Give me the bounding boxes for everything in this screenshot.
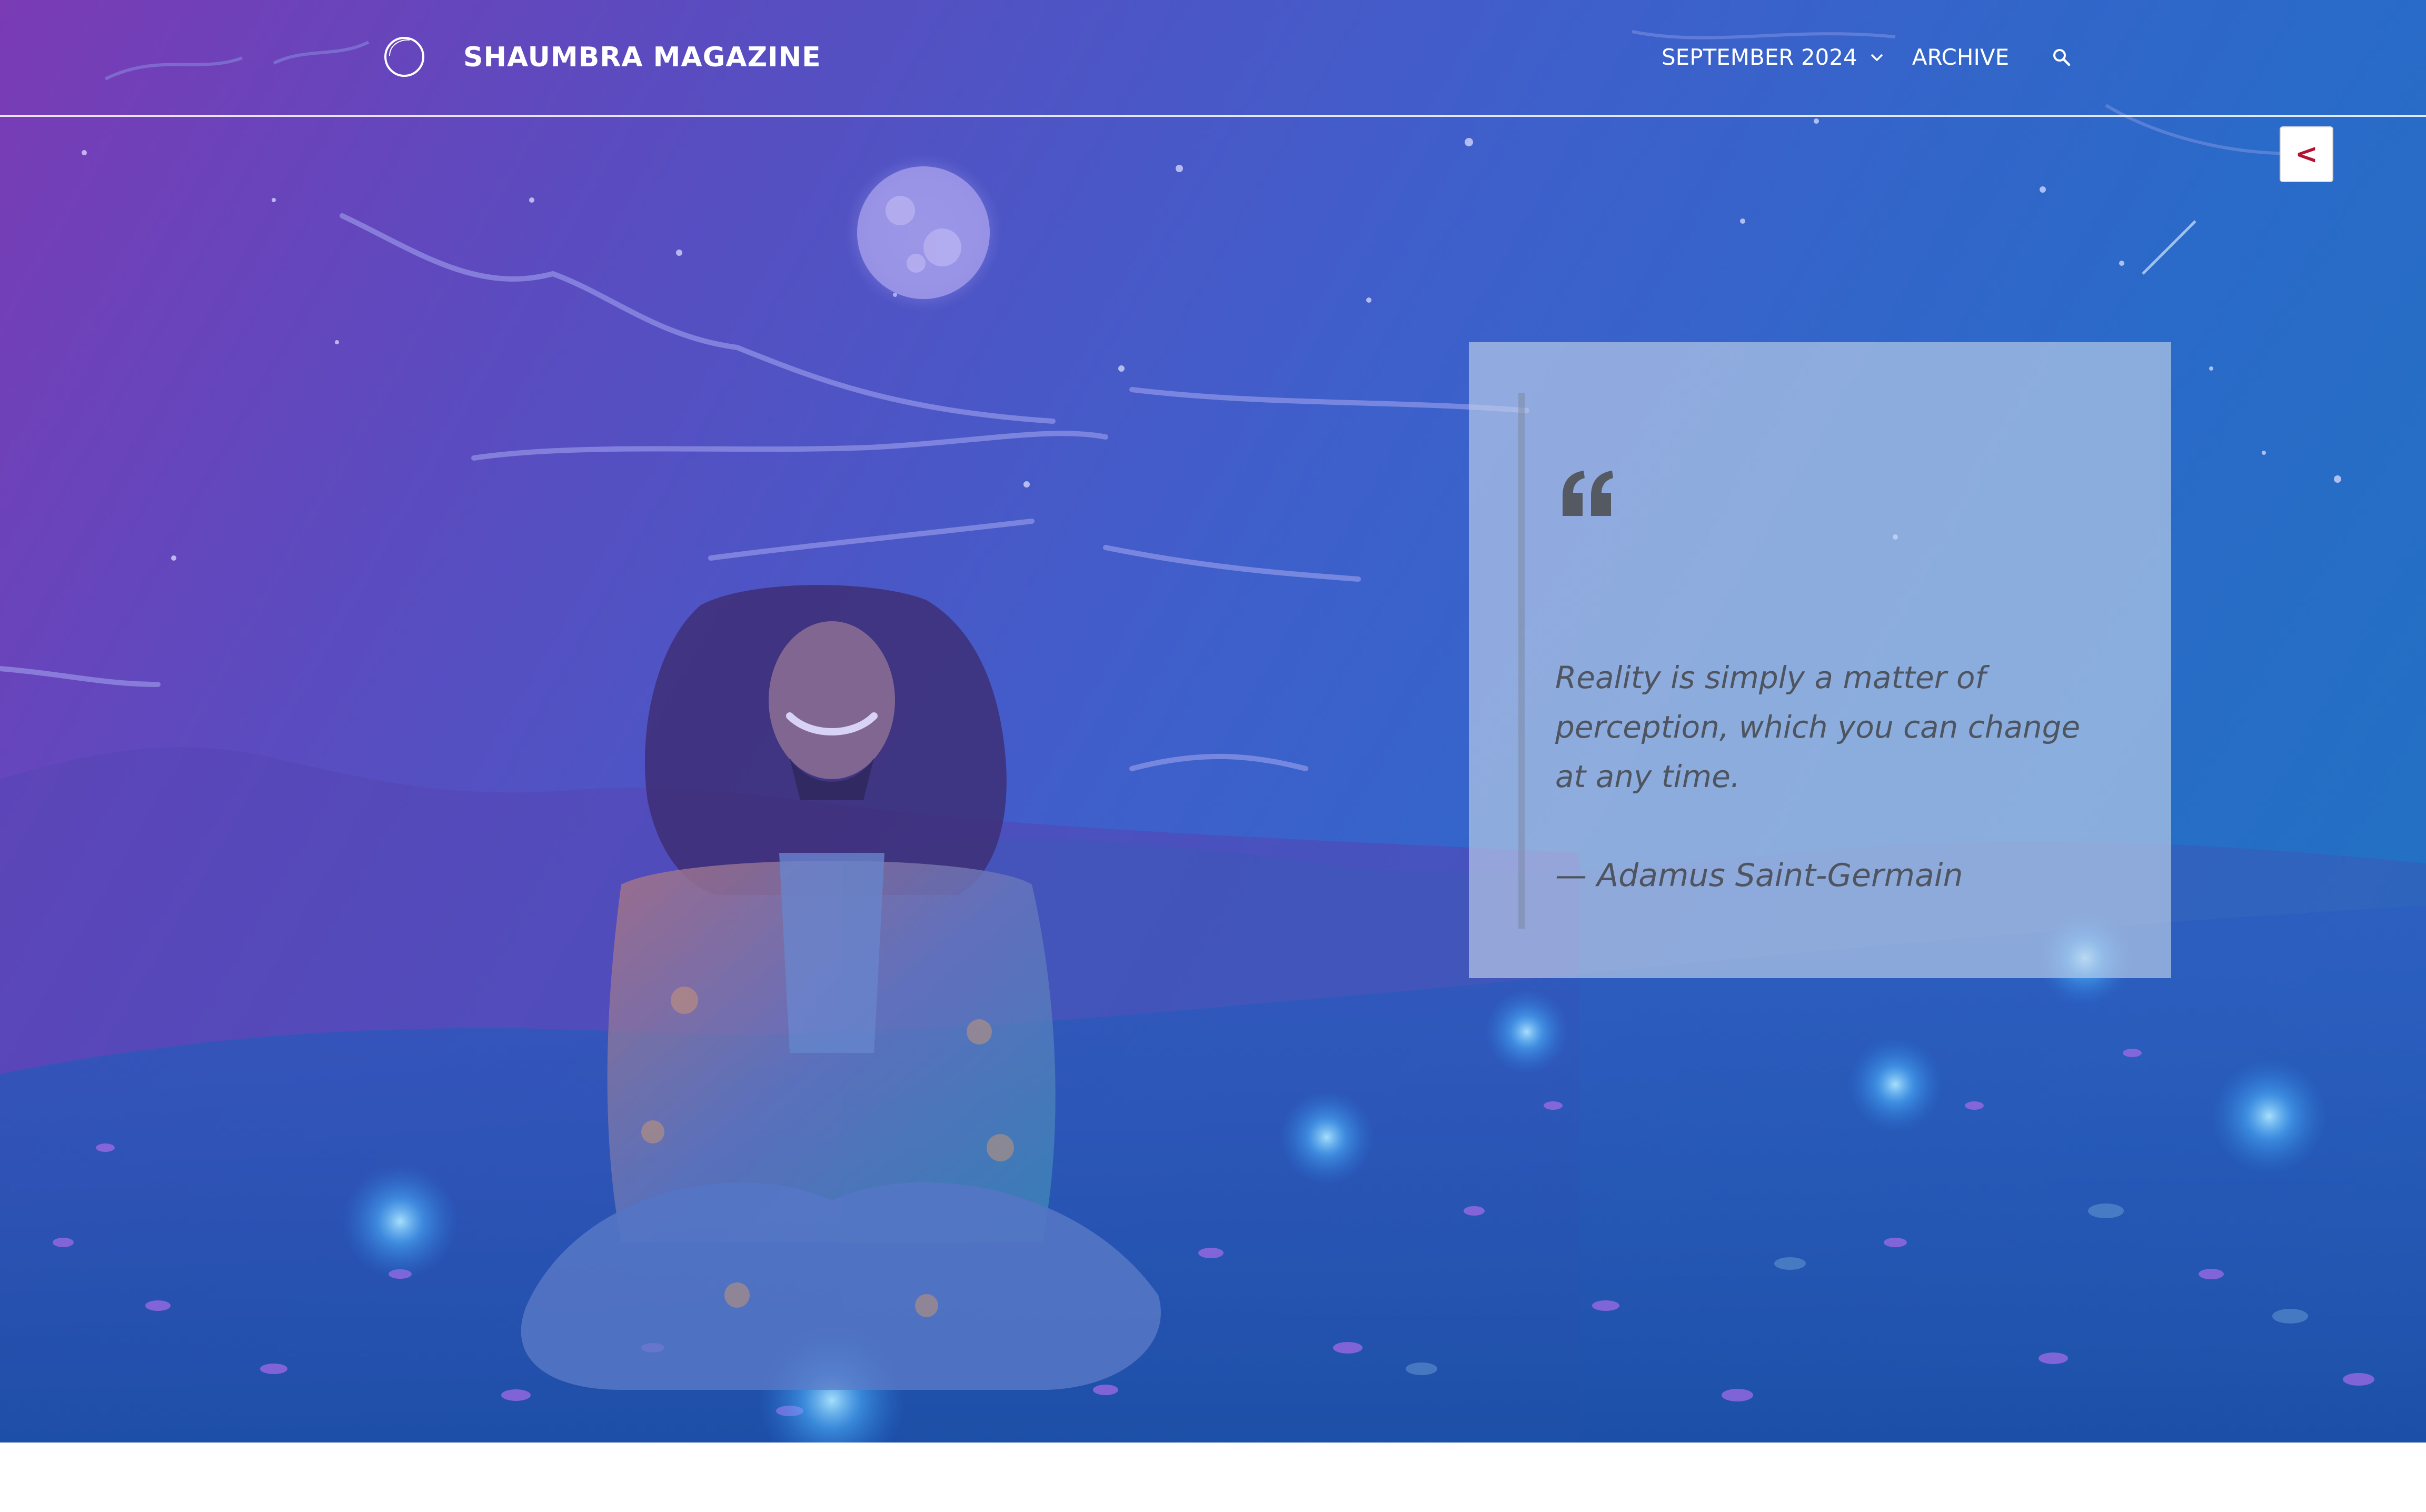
quote-text: Reality is simply a matter of perception… bbox=[1555, 660, 2081, 794]
circle-logo-icon[interactable] bbox=[382, 35, 426, 79]
nav-archive-link[interactable]: ARCHIVE bbox=[1912, 39, 2009, 76]
nav-issue-dropdown[interactable]: SEPTEMBER 2024 bbox=[1662, 39, 1885, 76]
quote-author: — Adamus Saint-Germain bbox=[1555, 857, 1963, 894]
chevron-down-icon bbox=[1871, 54, 1883, 61]
main-navigation: SEPTEMBER 2024 ARCHIVE bbox=[1662, 39, 2072, 76]
quote-card: Reality is simply a matter of perception… bbox=[1469, 342, 2171, 978]
nav-issue-label: SEPTEMBER 2024 bbox=[1662, 44, 1857, 70]
site-header: SHAUMBRA MAGAZINE SEPTEMBER 2024 ARCHIVE bbox=[0, 0, 2426, 117]
quote-accent-bar bbox=[1518, 393, 1525, 929]
site-title[interactable]: SHAUMBRA MAGAZINE bbox=[463, 39, 821, 76]
quotation-mark-icon bbox=[1563, 471, 1613, 516]
back-button[interactable]: < bbox=[2280, 126, 2333, 182]
hero-banner: SHAUMBRA MAGAZINE SEPTEMBER 2024 ARCHIVE… bbox=[0, 0, 2426, 1443]
search-icon[interactable] bbox=[2051, 47, 2072, 68]
